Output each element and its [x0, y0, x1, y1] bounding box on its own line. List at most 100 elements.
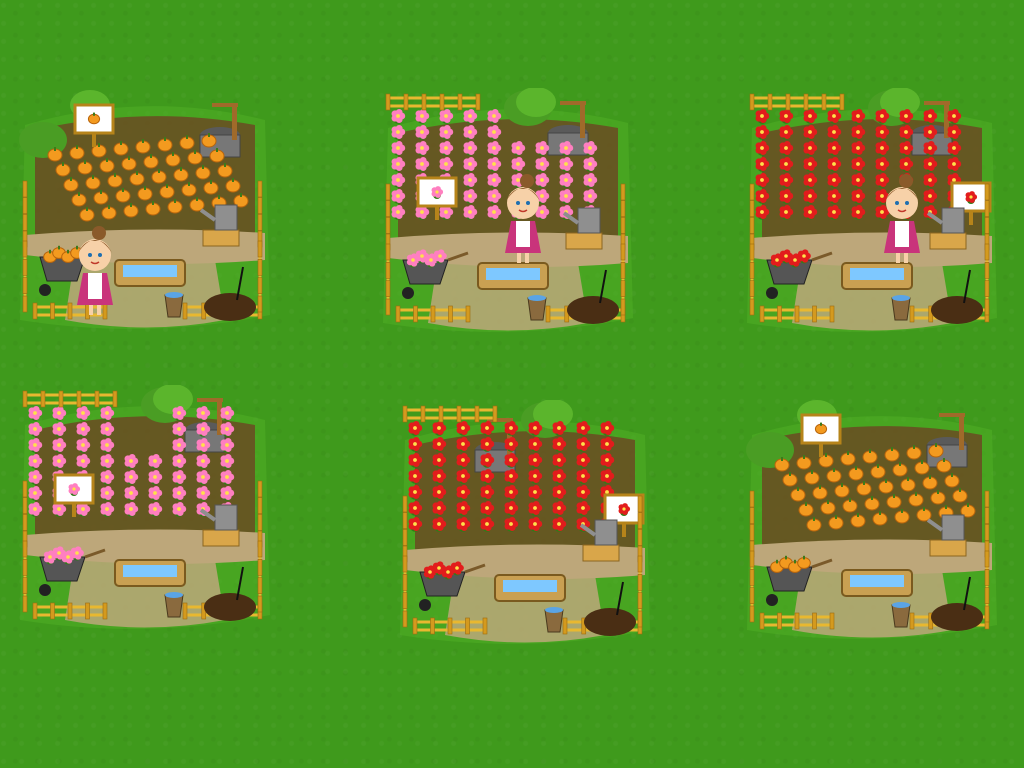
flower-center — [802, 254, 806, 258]
pumpkin-stem — [130, 203, 132, 207]
fence-post — [620, 217, 626, 234]
flower-crop[interactable] — [28, 405, 43, 421]
pumpkin-stem — [196, 197, 198, 201]
flower-center — [928, 194, 932, 198]
flower-center — [605, 426, 609, 430]
bucket-water — [528, 295, 546, 301]
water-bucket[interactable] — [164, 592, 184, 618]
fence-post — [749, 569, 755, 586]
water-bucket[interactable] — [164, 292, 184, 318]
flower-center — [177, 443, 181, 447]
flower-center — [581, 506, 585, 510]
wheelbarrow-wheel — [39, 284, 51, 296]
pumpkin-stem — [78, 192, 80, 196]
flower-center — [784, 114, 788, 118]
flower-center — [461, 506, 465, 510]
hair-bun — [899, 174, 913, 188]
flower-center — [832, 210, 836, 214]
fence-post — [749, 262, 755, 279]
farm-plot-pink-flower[interactable] — [378, 88, 638, 348]
flower-center — [533, 506, 537, 510]
pumpkin-stem — [835, 515, 837, 519]
fence-post — [984, 507, 990, 524]
water-trough[interactable] — [477, 262, 549, 290]
fence-post — [412, 617, 418, 635]
fence-post — [420, 405, 426, 423]
plot-layer — [746, 400, 997, 639]
flower-center — [396, 162, 400, 166]
fence-post — [812, 305, 817, 323]
farm-plot-pumpkin[interactable] — [742, 395, 1002, 655]
water-trough[interactable] — [841, 262, 913, 290]
pumpkin-stem — [959, 488, 961, 492]
flower-crop[interactable] — [408, 420, 423, 436]
flower-center — [540, 146, 544, 150]
bucket-body — [891, 297, 911, 321]
sign-post — [72, 503, 76, 517]
fence-post — [637, 529, 643, 546]
compost-mound — [931, 603, 983, 631]
flower-crop[interactable] — [391, 108, 406, 124]
flower-center — [411, 258, 415, 262]
flower-center — [588, 162, 592, 166]
farm-plot-red-flower[interactable] — [395, 400, 655, 660]
water-trough[interactable] — [114, 559, 186, 587]
flower-center — [33, 459, 37, 463]
fence-post — [94, 390, 100, 408]
flower-center — [177, 459, 181, 463]
pumpkin-stem — [885, 479, 887, 483]
compost-mound — [204, 593, 256, 621]
flower-center — [225, 443, 229, 447]
farm-plot-pumpkin[interactable] — [15, 85, 275, 345]
flower-center — [75, 551, 79, 555]
well-beam — [560, 101, 586, 105]
water-bucket[interactable] — [527, 295, 547, 321]
sign-post — [969, 211, 973, 225]
flower-center — [904, 146, 908, 150]
water-trough[interactable] — [494, 574, 566, 602]
flower-center — [760, 130, 764, 134]
flower-crop[interactable] — [755, 108, 770, 124]
farm-plot-pink-flower[interactable] — [15, 385, 275, 645]
flower-center — [105, 427, 109, 431]
flower-center — [468, 178, 472, 182]
flower-center — [509, 442, 513, 446]
well-beam — [939, 413, 965, 417]
pumpkin-stem — [849, 498, 851, 502]
water-trough[interactable] — [114, 259, 186, 287]
water-trough[interactable] — [841, 569, 913, 597]
water-bucket[interactable] — [891, 602, 911, 628]
flower-center — [533, 522, 537, 526]
flower-center — [81, 427, 85, 431]
flower-center — [461, 522, 465, 526]
water-bucket[interactable] — [891, 295, 911, 321]
fence-post — [403, 93, 409, 111]
flower-center — [533, 490, 537, 494]
farmer-leg — [525, 253, 529, 263]
can-crate — [202, 529, 240, 547]
pumpkin-stem — [136, 171, 138, 175]
pumpkin-stem — [174, 199, 176, 203]
pumpkin-stem — [106, 158, 108, 162]
water-bucket[interactable] — [544, 607, 564, 633]
pumpkin-stem — [202, 165, 204, 169]
farm-plot-red-flower[interactable] — [742, 88, 1002, 348]
farmer-face — [79, 239, 111, 271]
flower-center — [605, 442, 609, 446]
flower-center — [952, 130, 956, 134]
flower-center — [105, 491, 109, 495]
flower-center — [784, 130, 788, 134]
fence-post — [22, 514, 28, 531]
flower-center — [880, 130, 884, 134]
flower-center — [952, 162, 956, 166]
flower-center — [588, 178, 592, 182]
pumpkin-stem — [49, 249, 51, 254]
pumpkin-stem — [899, 462, 901, 466]
farmer-face — [507, 187, 539, 219]
farmer-leg — [517, 253, 521, 263]
well-beam — [197, 398, 223, 402]
pumpkin-stem — [915, 492, 917, 496]
farmer-eye — [88, 253, 92, 257]
fence-post — [402, 555, 408, 573]
flower-center — [856, 114, 860, 118]
